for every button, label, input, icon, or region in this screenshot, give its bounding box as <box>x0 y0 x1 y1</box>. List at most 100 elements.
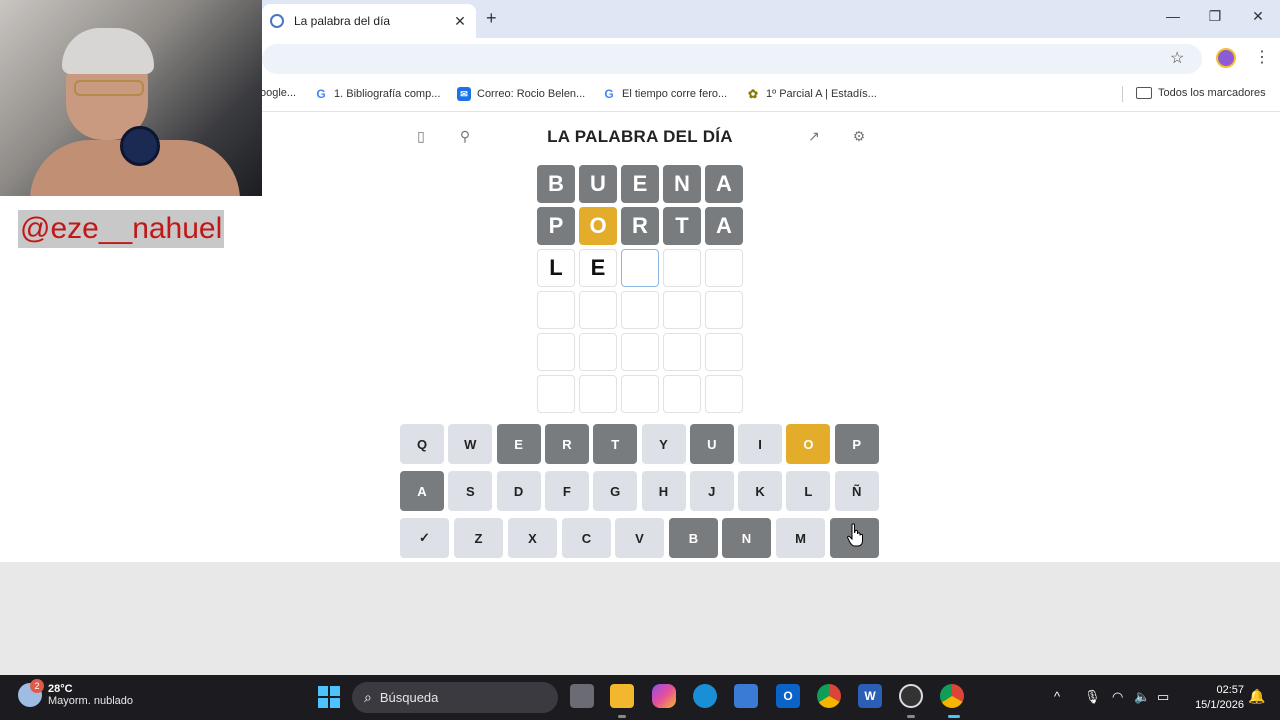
active-indicator <box>948 715 960 718</box>
close-window-button[interactable]: ✕ <box>1243 8 1273 25</box>
key-u[interactable]: U <box>689 424 734 464</box>
edge-icon[interactable] <box>693 684 717 708</box>
bookmark-item[interactable]: ✉ Correo: Rocio Belen... <box>457 87 585 101</box>
key-q[interactable]: Q <box>400 424 444 464</box>
bookmark-label: oogle... <box>260 87 297 99</box>
key-y[interactable]: Y <box>641 424 686 464</box>
screen: La palabra del día ✕ + — ❐ ✕ ☆ ⋮ oogle..… <box>0 0 1280 720</box>
tray-chevron-icon[interactable]: ^ <box>1054 689 1060 704</box>
key-t[interactable]: T <box>593 424 638 464</box>
key-v[interactable]: V <box>615 518 664 558</box>
key-p[interactable]: P <box>834 424 879 464</box>
board-cell <box>621 249 659 287</box>
bookmark-label: 1º Parcial A | Estadís... <box>766 88 877 100</box>
board-cell <box>579 291 617 329</box>
board-cell: T <box>663 207 701 245</box>
key-ñ[interactable]: Ñ <box>834 471 879 511</box>
board-cell <box>705 249 743 287</box>
start-button[interactable] <box>318 686 340 708</box>
bookmark-item[interactable]: ✿ 1º Parcial A | Estadís... <box>746 87 877 101</box>
google-icon: G <box>604 87 614 101</box>
taskbar-search[interactable]: ⌕ Búsqueda <box>352 682 558 713</box>
key-m[interactable]: M <box>776 518 825 558</box>
chrome-profile-icon[interactable] <box>940 684 964 708</box>
search-icon: ⌕ <box>364 689 372 705</box>
bookmark-item[interactable]: G El tiempo corre fero... <box>602 87 727 101</box>
menu-kebab-icon[interactable]: ⋮ <box>1254 47 1270 67</box>
stats-icon[interactable]: ↗ <box>805 128 823 145</box>
notification-bell-icon[interactable]: 🔔 <box>1248 688 1265 705</box>
key-z[interactable]: Z <box>454 518 503 558</box>
board-cell <box>705 375 743 413</box>
bookmark-star-icon[interactable]: ☆ <box>1170 48 1184 68</box>
chrome-icon[interactable] <box>817 684 841 708</box>
all-bookmarks-button[interactable]: Todos los marcadores <box>1136 87 1266 99</box>
board-cell <box>663 249 701 287</box>
temperature: 28°C <box>48 683 73 695</box>
word-icon[interactable]: W <box>858 684 882 708</box>
board-cell <box>579 333 617 371</box>
board-cell <box>621 291 659 329</box>
board-cell <box>663 375 701 413</box>
key-g[interactable]: G <box>593 471 638 511</box>
taskbar: 2 28°C Mayorm. nublado ⌕ Búsqueda O W ^ … <box>0 675 1280 720</box>
key-j[interactable]: J <box>689 471 734 511</box>
tab-title: La palabra del día <box>294 14 391 28</box>
key-s[interactable]: S <box>448 471 493 511</box>
cloud-icon: 2 <box>18 679 44 707</box>
board-cell: O <box>579 207 617 245</box>
key-e[interactable]: E <box>496 424 541 464</box>
tab-close-icon[interactable]: ✕ <box>452 13 468 30</box>
key-h[interactable]: H <box>641 471 686 511</box>
key-o[interactable]: O <box>786 424 831 464</box>
search-placeholder: Búsqueda <box>379 690 439 705</box>
board-cell: E <box>621 165 659 203</box>
obs-icon[interactable] <box>899 684 923 708</box>
outlook-icon: ✉ <box>457 87 471 101</box>
minimize-button[interactable]: — <box>1158 8 1188 24</box>
battery-icon[interactable]: ▭ <box>1157 689 1169 705</box>
browser-tab[interactable]: La palabra del día ✕ <box>262 4 476 38</box>
new-tab-button[interactable]: + <box>486 8 497 29</box>
microphone-icon[interactable]: 🎙 <box>1084 689 1101 705</box>
game-header: ▯ ⚲ LA PALABRA DEL DÍA ↗ ⚙ <box>400 112 880 162</box>
board-cell: A <box>705 165 743 203</box>
key-l[interactable]: L <box>786 471 831 511</box>
board-cell: P <box>537 207 575 245</box>
key-i[interactable]: I <box>738 424 783 464</box>
key-r[interactable]: R <box>544 424 589 464</box>
key-d[interactable]: D <box>496 471 541 511</box>
weather-widget[interactable]: 2 28°C Mayorm. nublado <box>18 679 133 707</box>
running-indicator <box>618 715 626 718</box>
wifi-icon[interactable]: ◠ <box>1112 689 1123 705</box>
key-c[interactable]: C <box>562 518 611 558</box>
file-explorer-icon[interactable] <box>610 684 634 708</box>
key-a[interactable]: A <box>400 471 444 511</box>
bookmark-item[interactable]: G 1. Bibliografía comp... <box>314 87 440 101</box>
key-w[interactable]: W <box>448 424 493 464</box>
webcam-overlay <box>0 0 262 196</box>
board-cell <box>621 375 659 413</box>
streamer-handle: @eze__nahuel <box>18 210 225 248</box>
key-b[interactable]: B <box>669 518 718 558</box>
key-k[interactable]: K <box>738 471 783 511</box>
clock[interactable]: 02:57 15/1/2026 <box>1184 683 1244 713</box>
address-bar[interactable] <box>262 44 1202 74</box>
key-x[interactable]: X <box>508 518 557 558</box>
task-view-icon[interactable] <box>570 684 594 708</box>
key-n[interactable]: N <box>722 518 771 558</box>
board-cell: B <box>537 165 575 203</box>
profile-avatar[interactable] <box>1216 48 1236 68</box>
store-icon[interactable] <box>734 684 758 708</box>
bookmark-item[interactable]: oogle... <box>260 87 296 99</box>
board-cell <box>705 291 743 329</box>
outlook-icon[interactable]: O <box>776 684 800 708</box>
volume-icon[interactable]: 🔈 <box>1134 689 1150 705</box>
settings-icon[interactable]: ⚙ <box>850 128 868 145</box>
copilot-icon[interactable] <box>652 684 676 708</box>
bookmark-label: Correo: Rocio Belen... <box>477 88 586 100</box>
enter-key[interactable]: ✓ <box>400 518 449 558</box>
board-cell <box>663 333 701 371</box>
restore-button[interactable]: ❐ <box>1200 8 1230 25</box>
key-f[interactable]: F <box>544 471 589 511</box>
